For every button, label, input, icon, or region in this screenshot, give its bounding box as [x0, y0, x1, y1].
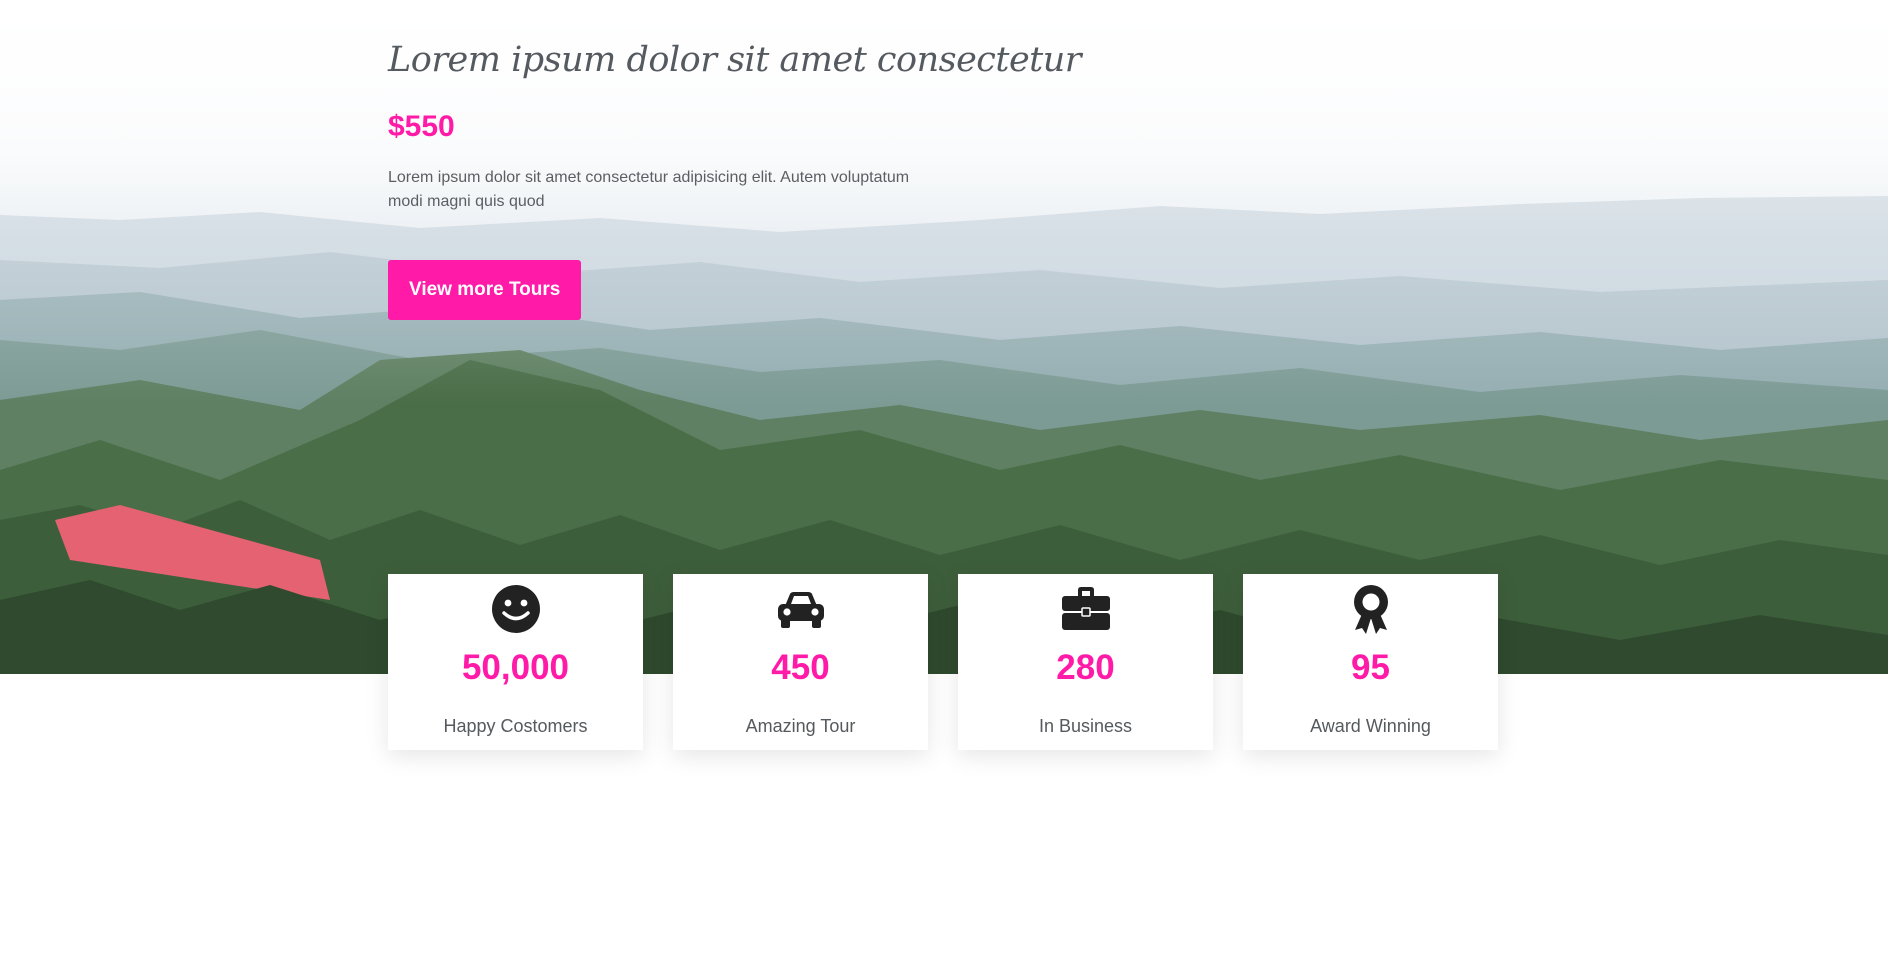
stat-label: Amazing Tour	[745, 716, 856, 736]
stat-label: In Business	[1038, 716, 1133, 736]
stat-card-award-winning: 95 Award Winning	[1243, 574, 1498, 750]
tour-description: Lorem ipsum dolor sit amet consectetur a…	[388, 169, 910, 210]
stat-value: 280	[1056, 648, 1115, 687]
view-more-tours-button[interactable]: View more Tours	[388, 260, 582, 320]
award-icon	[1243, 584, 1498, 636]
hero-content: Lorem ipsum dolor sit amet consectetur $…	[388, 40, 1082, 320]
smile-icon	[388, 584, 643, 636]
tour-title: Lorem ipsum dolor sit amet consectetur	[388, 40, 1082, 80]
tour-price: $550	[388, 110, 455, 143]
car-icon	[673, 584, 928, 636]
stats-row: 50,000 Happy Costomers 450 Amazing Tour	[388, 574, 1498, 750]
stat-value: 95	[1351, 648, 1390, 687]
stat-label: Happy Costomers	[443, 716, 588, 736]
hero-section: Lorem ipsum dolor sit amet consectetur $…	[0, 0, 1888, 674]
stat-card-happy-customers: 50,000 Happy Costomers	[388, 574, 643, 750]
stat-card-in-business: 280 In Business	[958, 574, 1213, 750]
stat-value: 450	[771, 648, 830, 687]
stat-card-amazing-tour: 450 Amazing Tour	[673, 574, 928, 750]
stat-value: 50,000	[461, 648, 570, 687]
briefcase-icon	[958, 584, 1213, 636]
stat-label: Award Winning	[1310, 716, 1431, 736]
